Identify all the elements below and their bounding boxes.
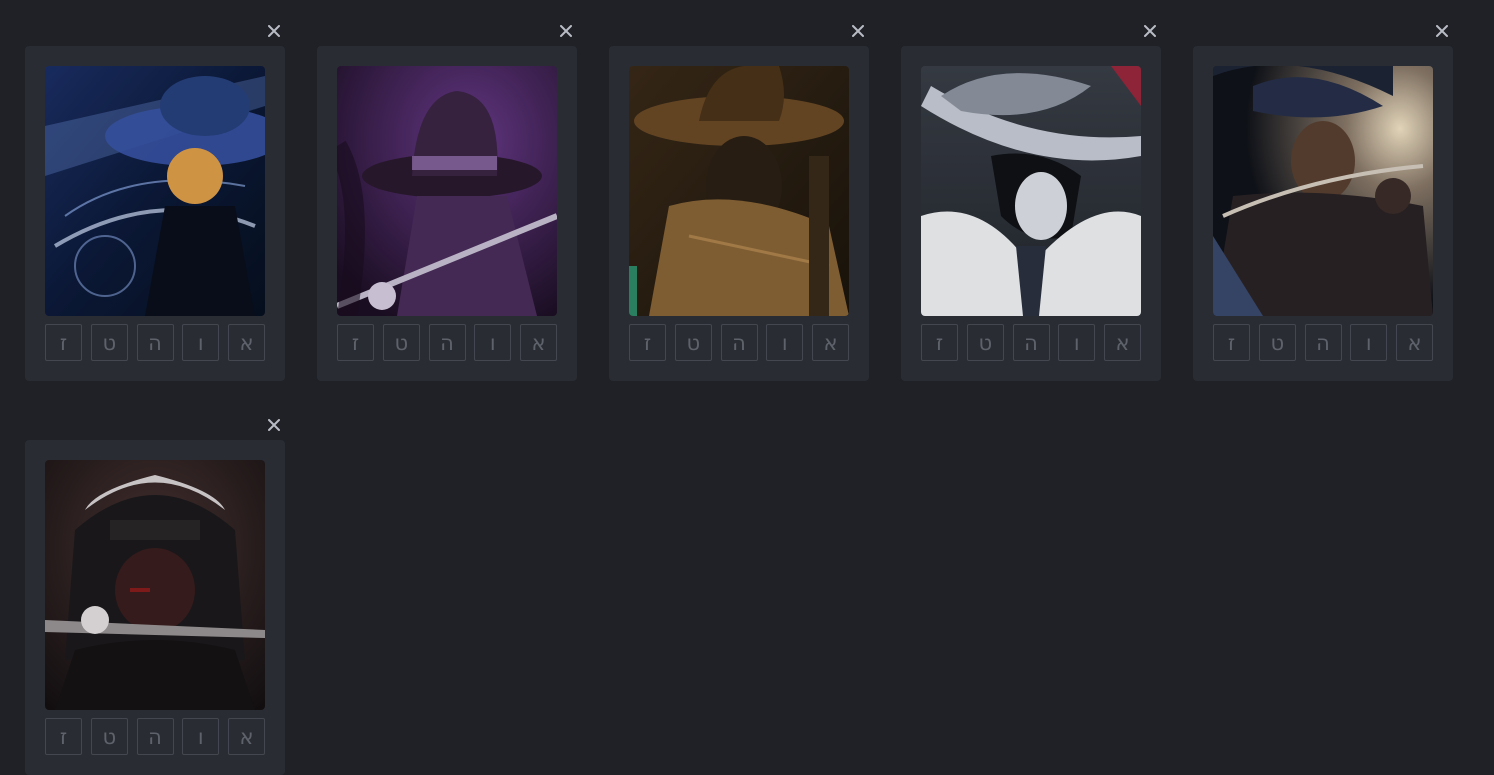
letter-button[interactable]: ט bbox=[90, 324, 128, 361]
letter-button[interactable]: ט bbox=[1258, 324, 1296, 361]
close-icon[interactable] bbox=[1139, 20, 1161, 42]
letter-button[interactable]: ז bbox=[337, 324, 374, 361]
close-icon[interactable] bbox=[555, 20, 577, 42]
letter-button[interactable]: ו bbox=[182, 324, 220, 361]
character-card: ז ט ה ו א bbox=[25, 46, 285, 381]
letter-button[interactable]: ה bbox=[428, 324, 466, 361]
character-thumbnail[interactable] bbox=[45, 460, 265, 710]
character-thumbnail[interactable] bbox=[45, 66, 265, 316]
letter-button[interactable]: ט bbox=[90, 718, 128, 755]
card-grid: ז ט ה ו א ז ט ה ו א ז ט ה ו א ז ט ה ו א … bbox=[25, 20, 1475, 775]
close-icon[interactable] bbox=[847, 20, 869, 42]
letter-row: ז ט ה ו א bbox=[921, 324, 1141, 361]
character-thumbnail[interactable] bbox=[629, 66, 849, 316]
character-card: ז ט ה ו א bbox=[1193, 46, 1453, 381]
card-slot: ז ט ה ו א bbox=[609, 20, 869, 381]
close-icon[interactable] bbox=[263, 414, 285, 436]
letter-button[interactable]: ה bbox=[136, 324, 174, 361]
letter-button[interactable]: ז bbox=[1213, 324, 1250, 361]
letter-button[interactable]: א bbox=[520, 324, 557, 361]
character-card: ז ט ה ו א bbox=[609, 46, 869, 381]
letter-button[interactable]: ז bbox=[921, 324, 958, 361]
card-slot: ז ט ה ו א bbox=[25, 20, 285, 381]
letter-row: ז ט ה ו א bbox=[45, 324, 265, 361]
character-thumbnail[interactable] bbox=[337, 66, 557, 316]
letter-button[interactable]: ו bbox=[1350, 324, 1388, 361]
letter-button[interactable]: ה bbox=[720, 324, 758, 361]
close-icon[interactable] bbox=[1431, 20, 1453, 42]
letter-button[interactable]: ז bbox=[45, 324, 82, 361]
character-card: ז ט ה ו א bbox=[25, 440, 285, 775]
letter-row: ז ט ה ו א bbox=[629, 324, 849, 361]
letter-button[interactable]: ו bbox=[182, 718, 220, 755]
letter-button[interactable]: ט bbox=[674, 324, 712, 361]
letter-button[interactable]: ה bbox=[1304, 324, 1342, 361]
character-thumbnail[interactable] bbox=[921, 66, 1141, 316]
letter-button[interactable]: א bbox=[228, 324, 265, 361]
letter-button[interactable]: ו bbox=[1058, 324, 1096, 361]
letter-button[interactable]: ה bbox=[1012, 324, 1050, 361]
letter-button[interactable]: א bbox=[1396, 324, 1433, 361]
close-icon[interactable] bbox=[263, 20, 285, 42]
letter-button[interactable]: ו bbox=[766, 324, 804, 361]
card-slot: ז ט ה ו א bbox=[25, 414, 285, 775]
letter-row: ז ט ה ו א bbox=[337, 324, 557, 361]
character-card: ז ט ה ו א bbox=[317, 46, 577, 381]
letter-button[interactable]: א bbox=[228, 718, 265, 755]
letter-button[interactable]: ז bbox=[45, 718, 82, 755]
letter-button[interactable]: ה bbox=[136, 718, 174, 755]
letter-button[interactable]: ז bbox=[629, 324, 666, 361]
letter-button[interactable]: א bbox=[1104, 324, 1141, 361]
letter-button[interactable]: ט bbox=[382, 324, 420, 361]
letter-row: ז ט ה ו א bbox=[45, 718, 265, 755]
character-card: ז ט ה ו א bbox=[901, 46, 1161, 381]
letter-button[interactable]: ט bbox=[966, 324, 1004, 361]
letter-row: ז ט ה ו א bbox=[1213, 324, 1433, 361]
card-slot: ז ט ה ו א bbox=[317, 20, 577, 381]
letter-button[interactable]: א bbox=[812, 324, 849, 361]
card-slot: ז ט ה ו א bbox=[1193, 20, 1453, 381]
letter-button[interactable]: ו bbox=[474, 324, 512, 361]
card-slot: ז ט ה ו א bbox=[901, 20, 1161, 381]
character-thumbnail[interactable] bbox=[1213, 66, 1433, 316]
